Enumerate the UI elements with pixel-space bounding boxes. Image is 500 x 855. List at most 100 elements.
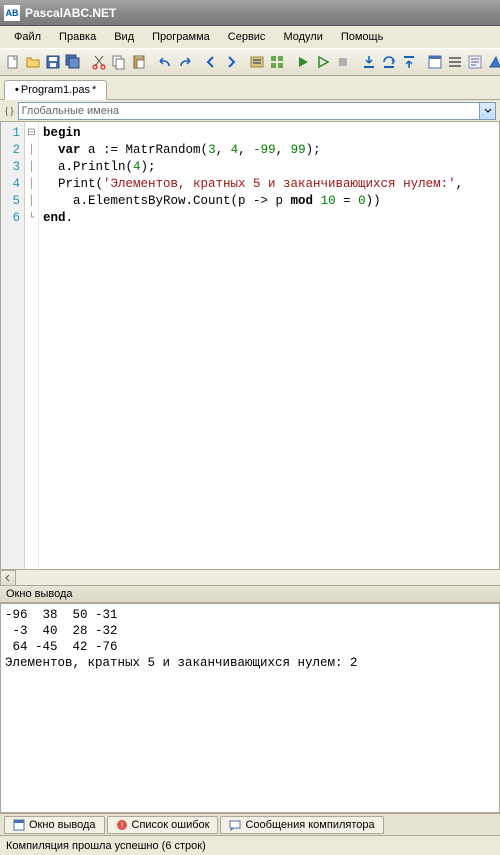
code-token: begin <box>43 126 81 140</box>
line-num: 2 <box>1 142 20 159</box>
copy-icon[interactable] <box>110 51 128 73</box>
bottom-tab-label: Список ошибок <box>132 819 210 831</box>
code-token: 0 <box>358 194 366 208</box>
step-out-icon[interactable] <box>400 51 418 73</box>
scroll-track[interactable] <box>16 570 500 585</box>
step-into-icon[interactable] <box>360 51 378 73</box>
open-file-icon[interactable] <box>24 51 42 73</box>
code-token: a.ElementsByRow.Count(p -> p <box>43 194 291 208</box>
menu-help[interactable]: Помощь <box>333 28 392 46</box>
code-token: , <box>456 177 464 191</box>
options-icon[interactable] <box>466 51 484 73</box>
output-line: Элементов, кратных 5 и заканчивающихся н… <box>5 656 358 670</box>
tab-filename: Program1.pas <box>21 84 90 96</box>
code-token: 99 <box>291 143 306 157</box>
line-num: 6 <box>1 210 20 227</box>
menu-edit[interactable]: Правка <box>51 28 104 46</box>
chevron-down-icon[interactable] <box>479 103 495 119</box>
output-line: -3 40 28 -32 <box>5 624 118 638</box>
app-title: PascalABC.NET <box>25 6 116 20</box>
menubar: Файл Правка Вид Программа Сервис Модули … <box>0 26 500 48</box>
code-token: , <box>276 143 291 157</box>
run-no-debug-icon[interactable] <box>314 51 332 73</box>
file-tab-program1[interactable]: • Program1.pas * <box>4 80 107 100</box>
code-token: 3 <box>208 143 216 157</box>
save-all-icon[interactable] <box>64 51 82 73</box>
braces-icon: {} <box>4 105 15 117</box>
names-dropdown[interactable]: Глобальные имена <box>18 102 496 120</box>
compile-icon[interactable] <box>248 51 266 73</box>
stop-icon[interactable] <box>334 51 352 73</box>
menu-service[interactable]: Сервис <box>220 28 274 46</box>
titlebar: AB PascalABC.NET <box>0 0 500 26</box>
nav-forward-icon[interactable] <box>222 51 240 73</box>
message-icon <box>229 819 241 831</box>
code-token: , <box>216 143 231 157</box>
bottom-tab-label: Сообщения компилятора <box>245 819 374 831</box>
code-token: = <box>336 194 359 208</box>
window-icon <box>13 819 25 831</box>
fold-column: ⊟ ││││ └ <box>25 122 39 569</box>
line-num: 5 <box>1 193 20 210</box>
build-icon[interactable] <box>268 51 286 73</box>
form-designer-icon[interactable] <box>426 51 444 73</box>
code-token: 4 <box>133 160 141 174</box>
toolbar <box>0 48 500 76</box>
code-token: ); <box>306 143 321 157</box>
bottom-tab-output[interactable]: Окно вывода <box>4 816 105 834</box>
fold-toggle-icon[interactable]: ⊟ <box>25 125 38 142</box>
paste-icon[interactable] <box>130 51 148 73</box>
save-icon[interactable] <box>44 51 62 73</box>
fold-end-icon: └ <box>25 210 38 227</box>
code-token: -99 <box>253 143 276 157</box>
editor-hscroll[interactable] <box>0 569 500 585</box>
list-icon[interactable] <box>446 51 464 73</box>
code-token: a.Println( <box>43 160 133 174</box>
undo-icon[interactable] <box>156 51 174 73</box>
menu-modules[interactable]: Модули <box>275 28 330 46</box>
code-token: 10 <box>321 194 336 208</box>
bottom-tab-label: Окно вывода <box>29 819 96 831</box>
code-token: 4 <box>231 143 239 157</box>
redo-icon[interactable] <box>176 51 194 73</box>
code-token: end <box>43 211 66 225</box>
menu-view[interactable]: Вид <box>106 28 142 46</box>
run-icon[interactable] <box>294 51 312 73</box>
code-area[interactable]: begin var a := MatrRandom(3, 4, -99, 99)… <box>39 122 499 569</box>
runtime-icon[interactable] <box>486 51 500 73</box>
tab-dirty-dot: • <box>15 84 19 96</box>
bottom-tab-compiler[interactable]: Сообщения компилятора <box>220 816 383 834</box>
file-tabstrip: • Program1.pas * <box>0 76 500 100</box>
step-over-icon[interactable] <box>380 51 398 73</box>
line-num: 3 <box>1 159 20 176</box>
cut-icon[interactable] <box>90 51 108 73</box>
output-panel[interactable]: -96 38 50 -31 -3 40 28 -32 64 -45 42 -76… <box>0 603 500 813</box>
code-token: )) <box>366 194 381 208</box>
line-num: 4 <box>1 176 20 193</box>
new-file-icon[interactable] <box>4 51 22 73</box>
names-dropdown-text: Глобальные имена <box>22 105 120 117</box>
code-editor[interactable]: 1 2 3 4 5 6 ⊟ ││││ └ begin var a := Matr… <box>0 122 500 569</box>
code-token: Print( <box>43 177 103 191</box>
code-token: var <box>58 143 81 157</box>
line-num: 1 <box>1 125 20 142</box>
error-list-icon: ! <box>116 819 128 831</box>
scroll-left-icon[interactable] <box>0 570 16 586</box>
status-text: Компиляция прошла успешно (6 строк) <box>6 840 206 852</box>
nav-back-icon[interactable] <box>202 51 220 73</box>
app-icon: AB <box>4 5 20 21</box>
menu-file[interactable]: Файл <box>6 28 49 46</box>
output-line: -96 38 50 -31 <box>5 608 118 622</box>
line-gutter: 1 2 3 4 5 6 <box>1 122 25 569</box>
code-token: ); <box>141 160 156 174</box>
svg-text:!: ! <box>120 821 122 830</box>
names-bar: {} Глобальные имена <box>0 100 500 122</box>
code-token: 'Элементов, кратных 5 и заканчивающихся … <box>103 177 456 191</box>
code-token: . <box>66 211 74 225</box>
code-token: , <box>238 143 253 157</box>
bottom-tab-errors[interactable]: ! Список ошибок <box>107 816 219 834</box>
menu-program[interactable]: Программа <box>144 28 218 46</box>
output-line: 64 -45 42 -76 <box>5 640 118 654</box>
tab-dirty-asterisk: * <box>92 84 96 96</box>
code-token: mod <box>291 194 314 208</box>
